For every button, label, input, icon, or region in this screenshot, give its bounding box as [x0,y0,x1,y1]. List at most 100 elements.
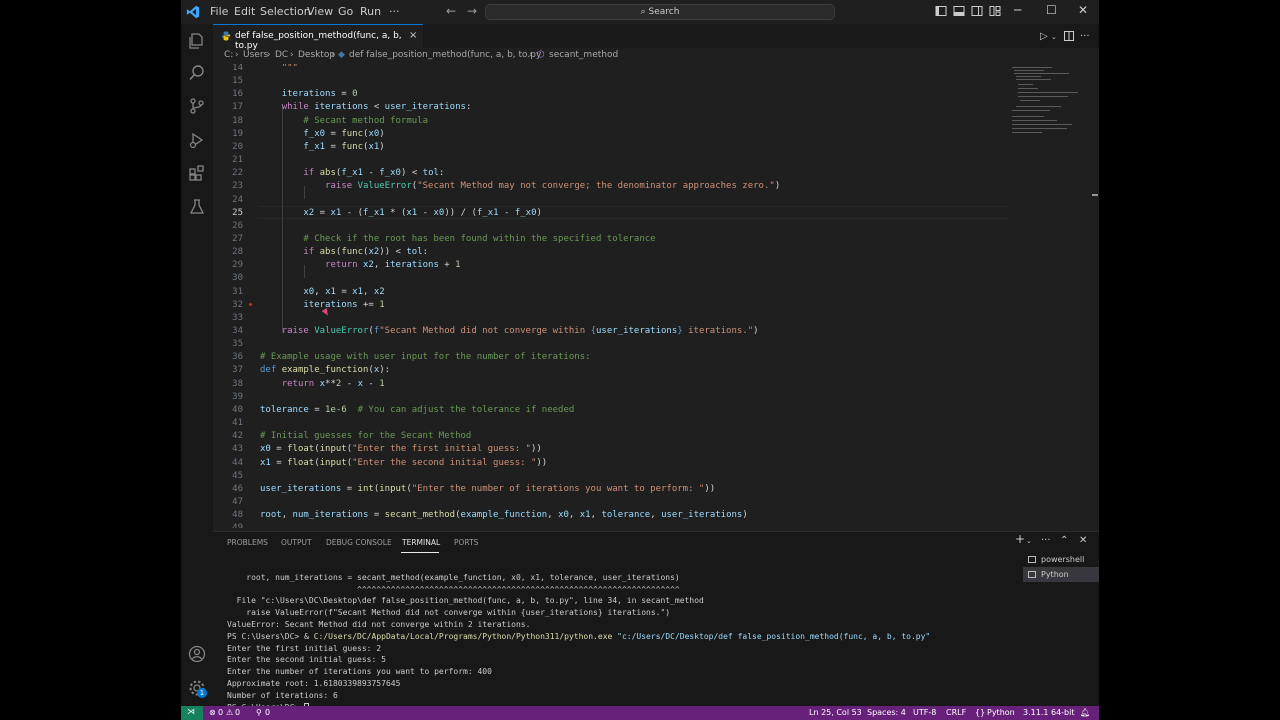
explorer-icon[interactable] [188,32,206,50]
warnings-icon[interactable]: ⚠ [226,708,233,717]
code-line[interactable]: 32 iterations += 1 [213,299,1013,312]
breadcrumb-item[interactable]: def false_position_method(func, a, b, to… [349,50,541,60]
code-line[interactable]: 14 """ [213,64,1013,75]
code-line[interactable]: 46 user_iterations = int(input("Enter the… [213,483,1013,496]
breadcrumb-item[interactable]: Desktop [298,50,335,60]
notifications-bell-icon[interactable]: 🔔︎ [1080,708,1090,717]
code-line[interactable]: 27 # Check if the root has been found wi… [213,233,1013,246]
tab-output[interactable]: OUTPUT [281,538,312,547]
code-line[interactable]: 33 [213,312,1013,325]
terminal-item-python[interactable]: Python [1023,567,1099,582]
menu-file[interactable]: File [210,5,228,18]
code-line[interactable]: 18 # Secant method formula [213,115,1013,128]
code-line[interactable]: 28 if abs(func(x2)) < tol: [213,246,1013,259]
breadcrumb-item[interactable]: secant_method [549,50,618,60]
code-line[interactable]: 17 while iterations < user_iterations: [213,101,1013,114]
code-line[interactable]: 42 # Initial guesses for the Secant Metho… [213,430,1013,443]
menu-go[interactable]: Go [338,5,353,18]
indentation[interactable]: Spaces: 4 [867,708,906,717]
code-line[interactable]: 22 if abs(f_x1 - f_x0) < tol: [213,167,1013,180]
code-line[interactable]: 23 raise ValueError("Secant Method may n… [213,180,1013,193]
warning-count[interactable]: 0 [235,708,240,717]
editor-scrollbar-thumb[interactable] [1092,194,1098,196]
back-arrow-icon[interactable]: ← [446,4,456,18]
language-mode[interactable]: Python [987,708,1015,717]
code-line[interactable]: 31 x0, x1 = x1, x2 [213,286,1013,299]
error-count[interactable]: 0 [218,708,223,717]
search-view-icon[interactable] [188,64,206,82]
ports-count[interactable]: 0 [265,708,270,717]
tab-debug-console[interactable]: DEBUG CONSOLE [326,538,392,547]
remote-indicator[interactable]: ⋊ [181,706,203,720]
code-line[interactable]: 25 x2 = x1 - (f_x1 * (x1 - x0)) / (f_x1 … [213,207,1013,220]
tab-close-icon[interactable]: × [409,30,417,41]
code-line[interactable]: 26 [213,220,1013,233]
run-options-chevron-icon[interactable]: ⌄ [1051,33,1057,41]
menu-more[interactable]: ··· [389,5,400,18]
breadcrumb-item[interactable]: C: [224,50,233,60]
testing-flask-icon[interactable] [188,198,206,216]
menu-selection[interactable]: Selection [260,5,311,18]
cursor-position[interactable]: Ln 25, Col 53 [809,708,862,717]
code-line[interactable]: 41 [213,417,1013,430]
run-python-file-icon[interactable]: ▷ [1040,31,1048,42]
minimap[interactable] [1010,64,1095,144]
accounts-icon[interactable] [188,645,206,663]
code-line[interactable]: 45 [213,470,1013,483]
breakpoint-icon[interactable] [249,303,252,306]
maximize-panel-icon[interactable]: ⌃ [1060,535,1068,546]
code-line[interactable]: 29 return x2, iterations + 1 [213,259,1013,272]
code-line[interactable]: 30 [213,272,1013,285]
errors-icon[interactable]: ⊗ [209,708,216,717]
code-line[interactable]: 16 iterations = 0 [213,88,1013,101]
code-line[interactable]: 37 def example_function(x): [213,364,1013,377]
language-braces-icon[interactable]: {} [975,708,985,717]
close-window-button[interactable]: ✕ [1078,3,1088,17]
code-line[interactable]: 40 tolerance = 1e-6 # You can adjust the … [213,404,1013,417]
encoding[interactable]: UTF-8 [913,708,936,717]
breadcrumb-item[interactable]: Users [243,50,268,60]
code-line[interactable]: 47 [213,496,1013,509]
code-line[interactable]: 34 raise ValueError(f"Secant Method did … [213,325,1013,338]
code-line[interactable]: 48 root, num_iterations = secant_method(e… [213,509,1013,522]
code-editor[interactable]: 14 """ 15 16 iterations = 0 17 while iterat… [213,64,1099,528]
forward-arrow-icon[interactable]: → [467,4,477,18]
code-line[interactable]: 35 [213,338,1013,351]
toggle-panel-icon[interactable] [953,5,965,17]
ports-icon[interactable]: ⚲ [256,708,262,717]
toggle-sidebar-icon[interactable] [935,5,947,17]
code-line[interactable]: 15 [213,75,1013,88]
breadcrumb-item[interactable]: DC [275,50,288,60]
tab-terminal[interactable]: TERMINAL [402,538,440,547]
extensions-icon[interactable] [188,164,206,182]
code-line[interactable]: 24 [213,194,1013,207]
more-actions-icon[interactable]: ··· [1080,31,1090,42]
terminal-item-powershell[interactable]: powershell [1023,552,1099,567]
tab-ports[interactable]: PORTS [454,538,478,547]
maximize-button[interactable]: ☐ [1046,3,1057,17]
toggle-secondary-sidebar-icon[interactable] [971,5,983,17]
code-line[interactable]: 20 f_x1 = func(x1) [213,141,1013,154]
code-line[interactable]: 38 return x**2 - x - 1 [213,378,1013,391]
code-line[interactable]: 21 [213,154,1013,167]
python-interpreter[interactable]: 3.11.1 64-bit [1023,708,1075,717]
close-panel-icon[interactable]: ✕ [1079,535,1087,546]
terminal-options-chevron-icon[interactable]: ⌄ [1026,537,1032,545]
panel-more-icon[interactable]: ··· [1041,535,1051,546]
run-debug-icon[interactable] [188,131,206,149]
source-control-icon[interactable] [188,97,206,115]
code-line[interactable]: 49 [213,522,1013,528]
customize-layout-icon[interactable] [989,5,1001,17]
menu-view[interactable]: View [307,5,333,18]
code-line[interactable]: 43 x0 = float(input("Enter the first init… [213,443,1013,456]
command-search-box[interactable]: ⌕ Search [485,4,835,20]
code-line[interactable]: 36 # Example usage with user input for th… [213,351,1013,364]
line-ending[interactable]: CRLF [946,708,966,717]
tab-problems[interactable]: PROBLEMS [227,538,268,547]
split-editor-icon[interactable] [1064,31,1074,41]
menu-run[interactable]: Run [360,5,381,18]
code-line[interactable]: 39 [213,391,1013,404]
code-line[interactable]: 19 f_x0 = func(x0) [213,128,1013,141]
editor-tab-active[interactable]: def false_position_method(func, a, b, to… [213,24,423,51]
terminal-output[interactable]: root, num_iterations = secant_method(exa… [227,560,1017,713]
